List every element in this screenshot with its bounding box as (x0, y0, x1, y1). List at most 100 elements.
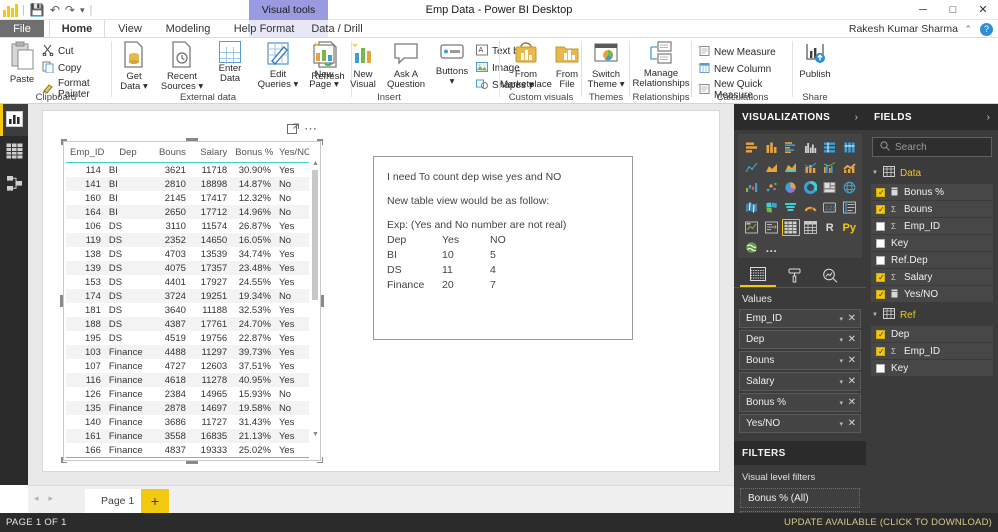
analytics-tab[interactable] (812, 263, 848, 287)
table-row[interactable]: 114 BI 3621 11718 30.90% Yes (66, 163, 309, 178)
tab-data-drill[interactable]: Data / Drill (301, 20, 373, 38)
manage-relationships-button[interactable]: Manage Relationships (630, 41, 692, 89)
funnel-chart-icon[interactable] (782, 199, 800, 216)
table-row[interactable]: 106 DS 3110 11574 26.87% Yes (66, 219, 309, 233)
table-row[interactable]: 139 DS 4075 17357 23.48% Yes (66, 261, 309, 275)
chevron-down-icon[interactable]: ▾ (839, 315, 843, 323)
format-tab[interactable] (776, 263, 812, 287)
python-visual-icon[interactable]: Py (841, 219, 859, 236)
table-row[interactable]: 160 BI 2145 17417 12.32% No (66, 191, 309, 205)
page-prev-icon[interactable]: ◂ (34, 493, 39, 504)
filled-map-icon[interactable] (743, 199, 761, 216)
ask-a-question-button[interactable]: Ask A Question (382, 41, 430, 90)
table-row[interactable]: 140 Finance 3686 11727 31.43% Yes (66, 415, 309, 429)
line-stacked-column-chart-icon[interactable] (802, 159, 820, 176)
remove-field-icon[interactable]: ✕ (848, 397, 856, 408)
field-checkbox[interactable] (876, 221, 885, 231)
waterfall-chart-icon[interactable] (743, 179, 761, 196)
shape-map-icon[interactable] (763, 199, 781, 216)
remove-field-icon[interactable]: ✕ (848, 418, 856, 429)
100-stacked-bar-chart-icon[interactable] (821, 139, 839, 156)
fields-table-header[interactable]: ▼ Data (866, 161, 998, 184)
field-checkbox[interactable] (876, 329, 885, 340)
new-visual-button[interactable]: New Visual (344, 41, 382, 90)
table-row[interactable]: 103 Finance 4488 11297 39.73% Yes (66, 345, 309, 359)
100-stacked-column-chart-icon[interactable] (841, 139, 859, 156)
arcgis-map-icon[interactable] (743, 239, 761, 256)
resize-handle-bl2[interactable] (61, 457, 63, 463)
value-well-item[interactable]: Bonus % ▾ ✕ (739, 393, 861, 412)
help-icon[interactable]: ? (980, 23, 993, 36)
fields-tab[interactable] (740, 263, 776, 287)
col-bonus-pct[interactable]: Bonus % (231, 144, 275, 163)
field-checkbox[interactable] (876, 289, 885, 300)
nav-model-view[interactable] (0, 168, 28, 200)
account-name[interactable]: Rakesh Kumar Sharma (849, 20, 958, 38)
update-available-link[interactable]: UPDATE AVAILABLE (CLICK TO DOWNLOAD) (784, 517, 998, 528)
clustered-bar-chart-icon[interactable] (782, 139, 800, 156)
focus-mode-icon[interactable] (287, 123, 299, 138)
area-chart-icon[interactable] (763, 159, 781, 176)
resize-handle-tr2[interactable] (321, 139, 323, 145)
add-page-button[interactable]: + (141, 489, 169, 514)
remove-field-icon[interactable]: ✕ (848, 376, 856, 387)
table-row[interactable]: 138 DS 4703 13539 34.74% Yes (66, 247, 309, 261)
table-row[interactable]: 166 Finance 4837 19333 25.02% Yes (66, 443, 309, 458)
switch-theme-button[interactable]: Switch Theme ▾ (582, 41, 630, 90)
publish-button[interactable]: Publish (793, 41, 837, 80)
get-data-button[interactable]: Get Data ▾ (112, 41, 156, 92)
text-box-visual[interactable]: I need To count dep wise yes and NO New … (373, 156, 633, 340)
stacked-bar-chart-icon[interactable] (743, 139, 761, 156)
scroll-down-icon[interactable]: ▼ (312, 431, 319, 438)
page-next-icon[interactable]: ▸ (49, 493, 54, 504)
table-row[interactable]: 153 DS 4401 17927 24.55% Yes (66, 275, 309, 289)
table-row[interactable]: 141 BI 2810 18898 14.87% No (66, 177, 309, 191)
line-chart-icon[interactable] (743, 159, 761, 176)
recent-sources-button[interactable]: Recent Sources ▾ (156, 41, 208, 92)
chevron-down-icon[interactable]: ▾ (839, 399, 843, 407)
field-row[interactable]: Ref.Dep (871, 252, 993, 268)
value-well-item[interactable]: Yes/NO ▾ ✕ (739, 414, 861, 433)
donut-chart-icon[interactable] (802, 179, 820, 196)
field-row[interactable]: Key (871, 360, 993, 376)
filter-card[interactable]: Bonus % (All) (740, 488, 860, 508)
scroll-up-icon[interactable]: ▲ (312, 160, 319, 167)
table-row[interactable]: 116 Finance 4618 11278 40.95% Yes (66, 373, 309, 387)
cut-button[interactable]: Cut (40, 43, 110, 60)
resize-handle-left[interactable] (60, 295, 63, 307)
value-well-item[interactable]: Bouns ▾ ✕ (739, 351, 861, 370)
expand-triangle-icon[interactable]: ▼ (872, 170, 878, 176)
table-row[interactable]: 174 DS 3724 19251 19.34% No (66, 289, 309, 303)
table-row[interactable]: 161 Finance 3558 16835 21.13% Yes (66, 429, 309, 443)
field-row[interactable]: Bonus % (871, 184, 993, 200)
edit-queries-button[interactable]: Edit Queries ▾ (252, 41, 304, 90)
chevron-down-icon[interactable]: ▾ (839, 336, 843, 344)
col-salary[interactable]: Salary (189, 144, 232, 163)
copy-button[interactable]: Copy (40, 60, 110, 77)
tab-view[interactable]: View (105, 20, 155, 38)
field-row[interactable]: Key (871, 235, 993, 251)
table-row[interactable]: 119 DS 2352 14650 16.05% No (66, 233, 309, 247)
table-row[interactable]: 164 BI 2650 17712 14.96% No (66, 205, 309, 219)
maximize-button[interactable]: □ (938, 0, 968, 20)
col-bouns[interactable]: Bouns (151, 144, 190, 163)
from-marketplace-button[interactable]: From Marketplace (500, 41, 552, 90)
nav-report-view[interactable] (0, 104, 28, 136)
treemap-icon[interactable] (821, 179, 839, 196)
stacked-column-chart-icon[interactable] (763, 139, 781, 156)
more-visuals-icon[interactable]: … (763, 239, 781, 256)
scatter-chart-icon[interactable] (763, 179, 781, 196)
chevron-down-icon[interactable]: ▾ (839, 420, 843, 428)
kpi-icon[interactable] (743, 219, 761, 236)
tab-file[interactable]: File (0, 20, 44, 38)
resize-handle-bottom[interactable] (186, 461, 198, 464)
table-icon[interactable] (782, 219, 800, 236)
report-page-surface[interactable]: ⋯ Emp_ID Dep Bouns Salary Bonus % Yes/NO… (42, 110, 720, 472)
tab-modeling[interactable]: Modeling (155, 20, 221, 38)
field-row[interactable]: Σ Bouns (871, 201, 993, 217)
tab-home[interactable]: Home (49, 20, 105, 38)
new-column-button[interactable]: New Column (696, 61, 792, 78)
remove-field-icon[interactable]: ✕ (848, 355, 856, 366)
search-input[interactable]: Search (872, 137, 992, 157)
col-dep[interactable]: Dep (104, 144, 152, 163)
